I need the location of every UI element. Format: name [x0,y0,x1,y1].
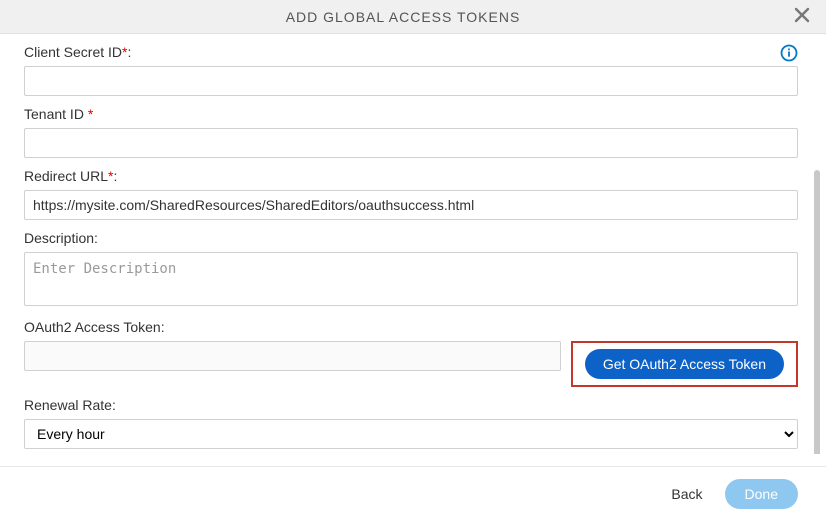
renewal-rate-select[interactable]: Every hour [24,419,798,449]
tenant-id-input[interactable] [24,128,798,158]
get-oauth-token-button[interactable]: Get OAuth2 Access Token [585,349,784,379]
dialog-footer: Back Done [0,466,826,520]
redirect-url-input[interactable] [24,190,798,220]
dialog-title: ADD GLOBAL ACCESS TOKENS [14,9,792,25]
description-label: Description: [24,230,798,246]
get-token-highlight: Get OAuth2 Access Token [571,341,798,387]
oauth-token-input[interactable] [24,341,561,371]
back-button[interactable]: Back [665,485,708,503]
field-client-secret: Client Secret ID*: [24,44,798,96]
field-renewal-rate: Renewal Rate: Every hour [24,397,798,449]
close-icon[interactable] [792,5,812,29]
oauth-token-label: OAuth2 Access Token: [24,319,798,335]
scrollbar[interactable] [814,170,820,454]
redirect-url-label: Redirect URL*: [24,168,798,184]
dialog-body: Client Secret ID*: Tenant ID * Redirect … [0,34,826,454]
field-redirect-url: Redirect URL*: [24,168,798,220]
client-secret-input[interactable] [24,66,798,96]
done-button[interactable]: Done [725,479,798,509]
field-tenant-id: Tenant ID * [24,106,798,158]
renewal-rate-label: Renewal Rate: [24,397,798,413]
client-secret-label: Client Secret ID*: [24,44,798,60]
field-description: Description: [24,230,798,309]
description-input[interactable] [24,252,798,306]
info-icon[interactable] [780,44,798,65]
tenant-id-label: Tenant ID * [24,106,798,122]
dialog-header: ADD GLOBAL ACCESS TOKENS [0,0,826,34]
field-oauth-token: OAuth2 Access Token: Get OAuth2 Access T… [24,319,798,387]
